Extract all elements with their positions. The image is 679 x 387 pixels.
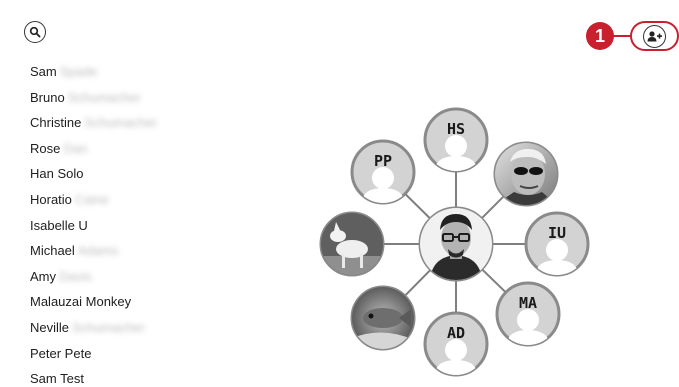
contact-initials: PP	[374, 152, 392, 170]
contact-photo	[352, 287, 414, 349]
contact-initials: HS	[447, 120, 465, 138]
contact-initials: AD	[447, 324, 465, 342]
contact-node-ma[interactable]: MA	[495, 281, 561, 348]
contact-node-photo-dog[interactable]	[319, 211, 385, 277]
contact-node-iu[interactable]: IU	[524, 211, 590, 278]
contact-photo	[495, 143, 557, 205]
contact-graph: HS IU MA AD PP	[319, 107, 590, 378]
cartoon-avatar-image	[420, 208, 492, 280]
contact-node-photo-fish[interactable]	[350, 285, 416, 351]
contact-initials: IU	[548, 224, 566, 242]
center-avatar-node[interactable]	[418, 206, 494, 282]
contact-node-pp[interactable]: PP	[350, 139, 416, 206]
contact-node-photo-sunglasses[interactable]	[493, 141, 559, 207]
contact-initials: MA	[519, 294, 537, 312]
contact-node-ad[interactable]: AD	[423, 311, 489, 378]
app-window: Sam Spade Bruno Schumacher Christine Schumach…	[0, 0, 679, 387]
contact-node-hs[interactable]: HS	[423, 107, 489, 174]
